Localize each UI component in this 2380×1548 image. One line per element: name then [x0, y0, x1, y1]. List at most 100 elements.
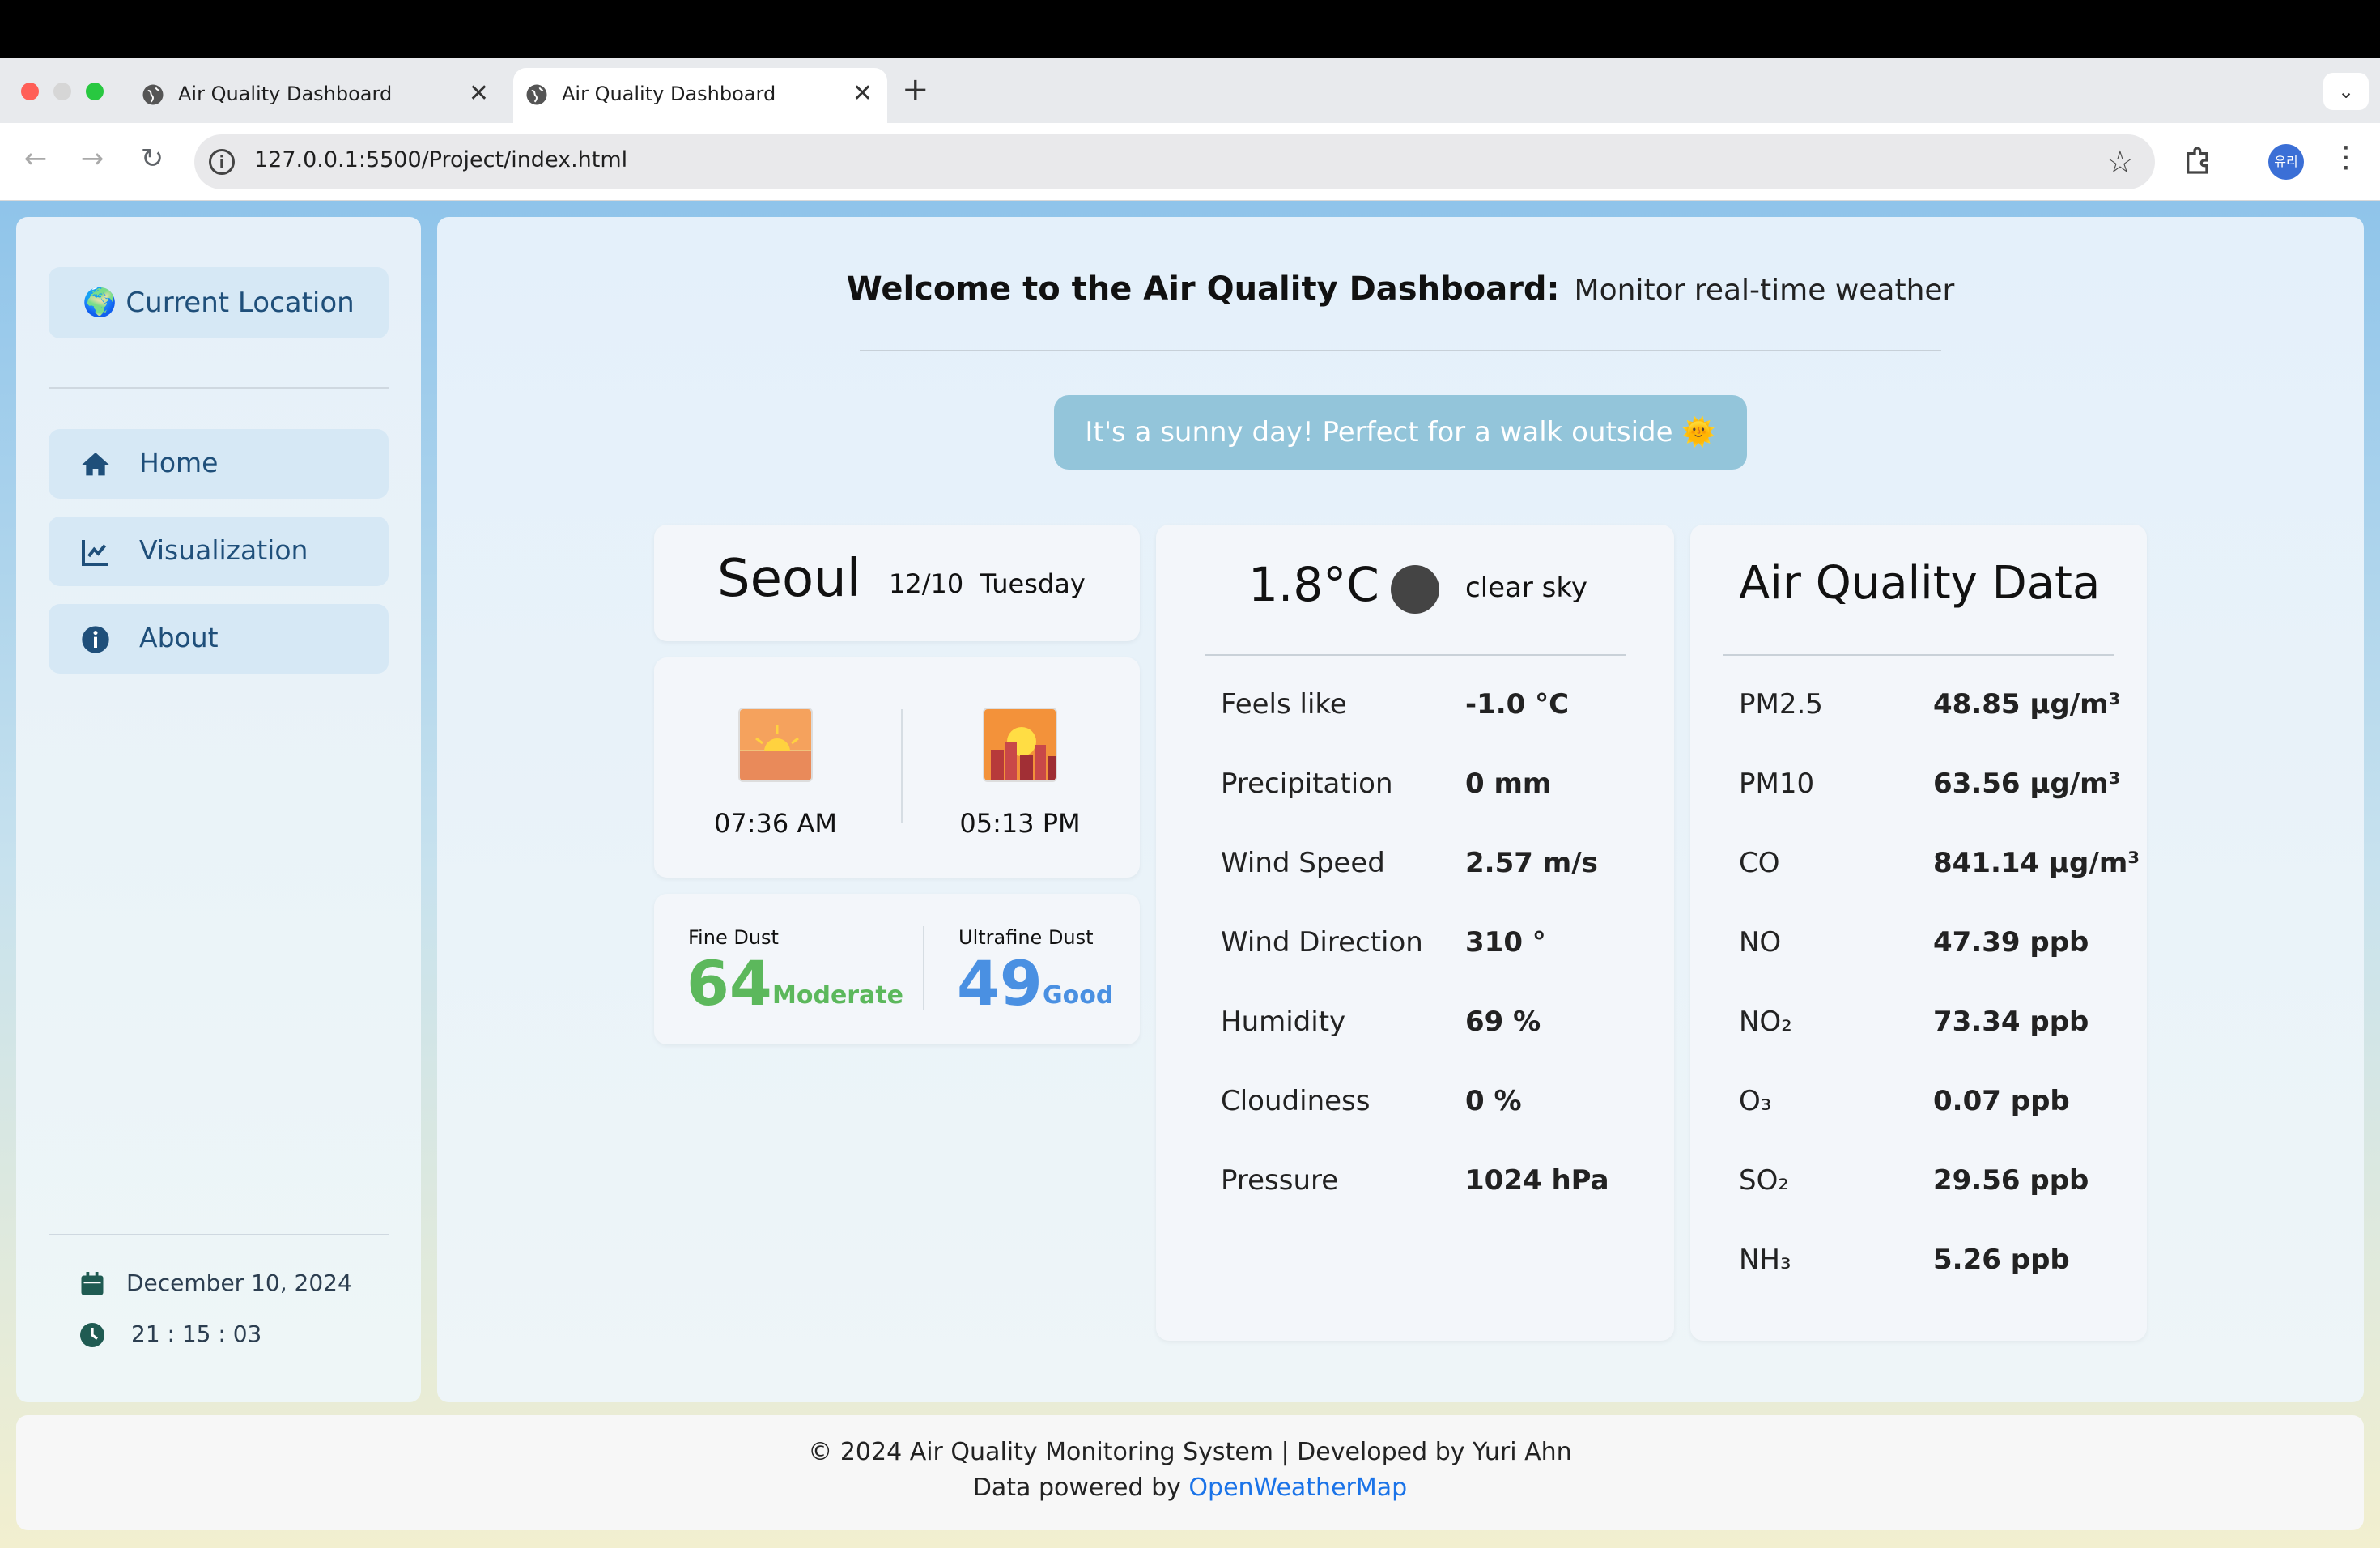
- site-info-icon[interactable]: i: [209, 149, 235, 175]
- reload-icon[interactable]: ↻: [134, 142, 170, 175]
- current-location-button[interactable]: 🌍 Current Location: [49, 267, 389, 338]
- weather-value: 2.57 m/s: [1465, 847, 1598, 879]
- weather-value: 1024 hPa: [1465, 1164, 1609, 1197]
- sidebar-item-about[interactable]: About: [49, 604, 389, 674]
- divider: [860, 350, 1941, 351]
- pollutant-label: NO: [1739, 926, 1782, 959]
- maximize-window-button[interactable]: [86, 83, 104, 100]
- weather-label: Precipitation: [1221, 768, 1393, 800]
- sunrise-time: 07:36 AM: [714, 808, 837, 839]
- pollutant-value: 63.56 μg/m³: [1933, 768, 2121, 800]
- footer-copyright: © 2024 Air Quality Monitoring System | D…: [808, 1438, 1572, 1466]
- pollutant-label: PM10: [1739, 768, 1815, 800]
- date-short: 12/10: [889, 568, 964, 599]
- globe-icon: [142, 84, 164, 105]
- pollutant-value: 29.56 ppb: [1933, 1164, 2089, 1197]
- forward-arrow-icon[interactable]: →: [74, 142, 110, 175]
- weather-value: 0 %: [1465, 1085, 1522, 1117]
- divider: [1723, 654, 2114, 656]
- ultrafine-dust-label: Ultrafine Dust: [958, 926, 1094, 949]
- close-window-button[interactable]: [21, 83, 39, 100]
- back-arrow-icon[interactable]: ←: [18, 142, 53, 175]
- pollutant-label: CO: [1739, 847, 1780, 879]
- address-bar[interactable]: i 127.0.0.1:5500/Project/index.html ☆: [194, 134, 2155, 189]
- footer-credit: Data powered by OpenWeatherMap: [16, 1474, 2364, 1502]
- sidebar-item-home[interactable]: Home: [49, 429, 389, 499]
- home-icon: [82, 453, 109, 476]
- sidebar-item-label: About: [139, 622, 219, 653]
- pollutant-label: SO₂: [1739, 1164, 1789, 1197]
- fine-dust-status: Moderate: [772, 981, 904, 1010]
- date-text: December 10, 2024: [126, 1269, 352, 1296]
- divider: [1205, 654, 1626, 656]
- air-quality-title: Air Quality Data: [1739, 557, 2101, 610]
- weather-label: Humidity: [1221, 1006, 1346, 1038]
- weather-value: -1.0 °C: [1465, 688, 1570, 721]
- pollutant-label: O₃: [1739, 1085, 1772, 1117]
- pollutant-value: 47.39 ppb: [1933, 926, 2089, 959]
- pollutant-value: 841.14 μg/m³: [1933, 847, 2140, 879]
- pollutant-label: NH₃: [1739, 1244, 1791, 1276]
- ultrafine-dust-status: Good: [1043, 981, 1114, 1010]
- divider: [923, 926, 924, 1010]
- tab-title: Air Quality Dashboard: [178, 83, 393, 105]
- browser-menu-icon[interactable]: ⋮: [2331, 141, 2361, 174]
- footer-credit-text: Data powered by: [972, 1474, 1189, 1502]
- temperature: 1.8°C: [1248, 557, 1379, 612]
- sunset-city-icon: [983, 708, 1057, 782]
- weather-description: clear sky: [1465, 572, 1587, 604]
- pollutant-value: 73.34 ppb: [1933, 1006, 2089, 1038]
- openweathermap-link[interactable]: OpenWeatherMap: [1188, 1474, 1407, 1502]
- divider: [901, 709, 903, 823]
- close-tab-icon[interactable]: ✕: [469, 79, 489, 108]
- pollutant-value: 5.26 ppb: [1933, 1244, 2070, 1276]
- sunrise-icon: [738, 708, 813, 782]
- footer: © 2024 Air Quality Monitoring System | D…: [16, 1415, 2364, 1530]
- page-title: Welcome to the Air Quality Dashboard: Mon…: [437, 270, 2364, 308]
- tab-search-chevron-icon[interactable]: ⌄: [2323, 73, 2369, 110]
- dust-card: Fine Dust 64 Moderate Ultrafine Dust 49 …: [654, 894, 1140, 1044]
- browser-tab-active[interactable]: Air Quality Dashboard ✕: [513, 68, 887, 123]
- weather-label: Cloudiness: [1221, 1085, 1371, 1117]
- air-quality-card: Air Quality Data PM2.5 48.85 μg/m³ PM10 …: [1690, 525, 2147, 1341]
- weather-tip-banner: It's a sunny day! Perfect for a walk out…: [1054, 395, 1747, 470]
- weather-label: Feels like: [1221, 688, 1347, 721]
- page-background: 🌍 Current Location Home Visualization Ab…: [0, 201, 2380, 1548]
- new-tab-button[interactable]: +: [902, 71, 929, 108]
- weather-value: 69 %: [1465, 1006, 1541, 1038]
- weather-icon: [1391, 565, 1439, 614]
- sidebar-item-label: Home: [139, 447, 219, 478]
- welcome-heading: Welcome to the Air Quality Dashboard:: [846, 270, 1560, 308]
- weather-details-card: 1.8°C clear sky Feels like -1.0 °C Preci…: [1156, 525, 1674, 1341]
- browser-tab[interactable]: Air Quality Dashboard ✕: [130, 68, 504, 123]
- url-text[interactable]: 127.0.0.1:5500/Project/index.html: [254, 147, 627, 172]
- city-date: 12/10 Tuesday: [889, 568, 1086, 599]
- sun-times-card: 07:36 AM 05:13 PM: [654, 657, 1140, 878]
- fine-dust-value: 64: [686, 947, 772, 1019]
- clock-icon: [80, 1323, 104, 1347]
- profile-avatar[interactable]: 유리: [2268, 144, 2304, 180]
- sunset-time: 05:13 PM: [959, 808, 1081, 839]
- pollutant-value: 48.85 μg/m³: [1933, 688, 2121, 721]
- bookmark-star-icon[interactable]: ☆: [2106, 144, 2134, 180]
- close-tab-icon[interactable]: ✕: [852, 79, 873, 108]
- city-name: Seoul: [717, 549, 861, 609]
- fine-dust-label: Fine Dust: [688, 926, 779, 949]
- weekday: Tuesday: [980, 568, 1086, 599]
- calendar-icon: [81, 1272, 104, 1295]
- divider: [49, 1234, 389, 1235]
- minimize-window-button[interactable]: [53, 83, 71, 100]
- ultrafine-dust-value: 49: [957, 947, 1043, 1019]
- pollutant-value: 0.07 ppb: [1933, 1085, 2070, 1117]
- os-menu-bar: [0, 0, 2380, 58]
- sidebar: 🌍 Current Location Home Visualization Ab…: [16, 217, 421, 1402]
- time-text: 21 : 15 : 03: [131, 1320, 262, 1347]
- welcome-subtitle: Monitor real-time weather: [1574, 274, 1955, 307]
- extensions-puzzle-icon[interactable]: [2182, 144, 2215, 176]
- globe-icon: [526, 84, 547, 105]
- pollutant-label: NO₂: [1739, 1006, 1792, 1038]
- city-card: Seoul 12/10 Tuesday: [654, 525, 1140, 641]
- sidebar-item-visualization[interactable]: Visualization: [49, 517, 389, 586]
- pollutant-label: PM2.5: [1739, 688, 1823, 721]
- divider: [49, 387, 389, 389]
